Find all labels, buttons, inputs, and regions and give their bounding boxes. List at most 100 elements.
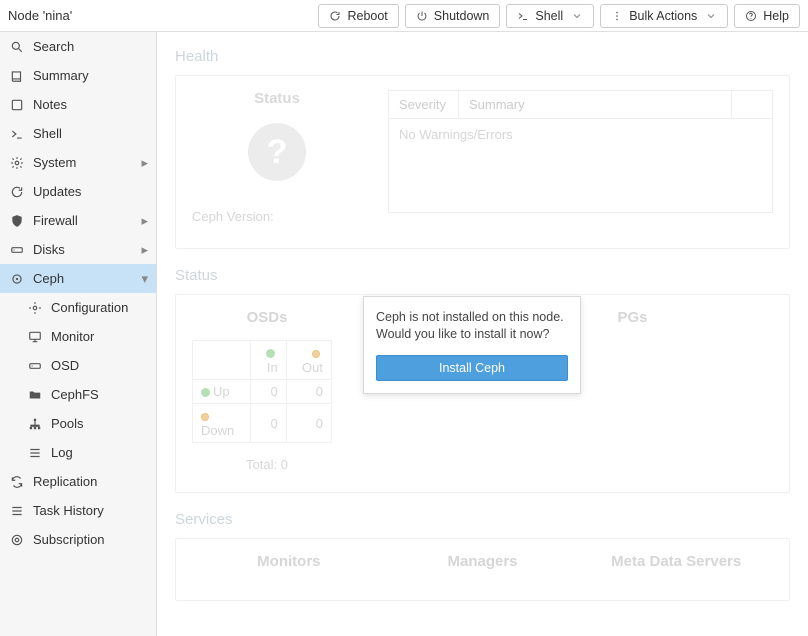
disk-icon xyxy=(28,359,42,373)
shell-dropdown[interactable]: Shell xyxy=(506,4,594,28)
osds-column: OSDs In Out Up 0 0 Down 0 0 xyxy=(192,309,342,472)
sidebar: Search Summary Notes Shell System ▸ Upda… xyxy=(0,32,157,636)
sidebar-label: Disks xyxy=(33,242,65,257)
search-icon xyxy=(10,40,24,54)
topbar-actions: Reboot Shutdown Shell Bulk Actions Help xyxy=(318,4,800,28)
sidebar-label: Subscription xyxy=(33,532,105,547)
status-heading: Status xyxy=(192,90,362,107)
sidebar-item-search[interactable]: Search xyxy=(0,32,156,61)
sync-icon xyxy=(10,475,24,489)
install-ceph-button[interactable]: Install Ceph xyxy=(376,355,568,381)
health-table-body: No Warnings/Errors xyxy=(388,119,773,213)
chevron-down-icon xyxy=(571,10,583,22)
chevron-down-icon: ▾ xyxy=(141,271,148,287)
dot-orange-icon xyxy=(312,350,320,358)
gear-icon xyxy=(28,301,42,315)
shell-label: Shell xyxy=(535,9,563,23)
book-icon xyxy=(10,69,24,83)
sidebar-label: Pools xyxy=(51,416,84,431)
reboot-icon xyxy=(329,10,341,22)
dot-green-icon xyxy=(266,349,275,358)
chevron-right-icon: ▸ xyxy=(141,213,148,229)
ceph-version-label: Ceph Version: xyxy=(192,209,362,224)
sidebar-label: Firewall xyxy=(33,213,78,228)
col-spacer xyxy=(732,91,772,118)
health-table: Severity Summary No Warnings/Errors xyxy=(388,90,773,224)
sidebar-item-shell[interactable]: Shell xyxy=(0,119,156,148)
services-section-title: Services xyxy=(175,511,790,528)
help-button[interactable]: Help xyxy=(734,4,800,28)
osds-col-out: Out xyxy=(286,341,331,380)
osds-col-in: In xyxy=(250,341,286,380)
install-ceph-text: Ceph is not installed on this node. Woul… xyxy=(376,309,568,343)
help-label: Help xyxy=(763,9,789,23)
sidebar-label: Log xyxy=(51,445,73,460)
dot-orange-icon xyxy=(201,413,209,421)
sidebar-item-updates[interactable]: Updates xyxy=(0,177,156,206)
sidebar-item-ceph-configuration[interactable]: Configuration xyxy=(0,293,156,322)
reboot-label: Reboot xyxy=(347,9,387,23)
sidebar-label: Replication xyxy=(33,474,97,489)
sidebar-label: Notes xyxy=(33,97,67,112)
badge-icon xyxy=(10,533,24,547)
sidebar-item-ceph-log[interactable]: Log xyxy=(0,438,156,467)
sidebar-item-replication[interactable]: Replication xyxy=(0,467,156,496)
more-vertical-icon xyxy=(611,10,623,22)
content: Health Status ? Ceph Version: Severity S… xyxy=(157,32,808,636)
sidebar-label: Updates xyxy=(33,184,81,199)
sidebar-item-notes[interactable]: Notes xyxy=(0,90,156,119)
help-icon xyxy=(745,10,757,22)
chevron-right-icon: ▸ xyxy=(141,242,148,258)
status-section-title: Status xyxy=(175,267,790,284)
main: Search Summary Notes Shell System ▸ Upda… xyxy=(0,32,808,636)
osds-table: In Out Up 0 0 Down 0 0 xyxy=(192,340,332,443)
sidebar-label: Task History xyxy=(33,503,104,518)
sidebar-label: OSD xyxy=(51,358,79,373)
osds-down-out: 0 xyxy=(286,404,331,443)
sidebar-item-subscription[interactable]: Subscription xyxy=(0,525,156,554)
monitor-icon xyxy=(28,330,42,344)
sidebar-label: Search xyxy=(33,39,74,54)
ceph-icon xyxy=(10,272,24,286)
sidebar-label: Monitor xyxy=(51,329,94,344)
sidebar-item-task-history[interactable]: Task History xyxy=(0,496,156,525)
sidebar-item-system[interactable]: System ▸ xyxy=(0,148,156,177)
sidebar-label: Configuration xyxy=(51,300,128,315)
sidebar-item-firewall[interactable]: Firewall ▸ xyxy=(0,206,156,235)
services-managers: Managers xyxy=(386,553,580,570)
sidebar-item-ceph-pools[interactable]: Pools xyxy=(0,409,156,438)
reboot-button[interactable]: Reboot xyxy=(318,4,398,28)
services-panel: Monitors Managers Meta Data Servers xyxy=(175,538,790,601)
services-monitors: Monitors xyxy=(192,553,386,570)
terminal-icon xyxy=(10,127,24,141)
shutdown-label: Shutdown xyxy=(434,9,490,23)
osds-up-in: 0 xyxy=(250,380,286,404)
sidebar-item-ceph-osd[interactable]: OSD xyxy=(0,351,156,380)
gear-icon xyxy=(10,156,24,170)
bulk-actions-dropdown[interactable]: Bulk Actions xyxy=(600,4,728,28)
status-unknown-icon: ? xyxy=(248,123,306,181)
install-ceph-modal: Ceph is not installed on this node. Woul… xyxy=(363,296,581,394)
shutdown-button[interactable]: Shutdown xyxy=(405,4,501,28)
power-icon xyxy=(416,10,428,22)
node-title: Node 'nina' xyxy=(8,8,72,23)
sidebar-label: Ceph xyxy=(33,271,64,286)
sidebar-label: Summary xyxy=(33,68,89,83)
col-summary: Summary xyxy=(459,91,732,118)
osds-total: Total: 0 xyxy=(192,457,342,472)
chevron-right-icon: ▸ xyxy=(141,155,148,171)
sidebar-item-summary[interactable]: Summary xyxy=(0,61,156,90)
shield-icon xyxy=(10,214,24,228)
sidebar-item-disks[interactable]: Disks ▸ xyxy=(0,235,156,264)
bulk-actions-label: Bulk Actions xyxy=(629,9,697,23)
sidebar-item-ceph-cephfs[interactable]: CephFS xyxy=(0,380,156,409)
col-severity: Severity xyxy=(389,91,459,118)
list-icon xyxy=(10,504,24,518)
dot-green-icon xyxy=(201,388,210,397)
sidebar-label: CephFS xyxy=(51,387,99,402)
sidebar-item-ceph-monitor[interactable]: Monitor xyxy=(0,322,156,351)
sidebar-item-ceph[interactable]: Ceph ▾ xyxy=(0,264,156,293)
list-icon xyxy=(28,446,42,460)
health-table-head: Severity Summary xyxy=(388,90,773,119)
osds-down-in: 0 xyxy=(250,404,286,443)
